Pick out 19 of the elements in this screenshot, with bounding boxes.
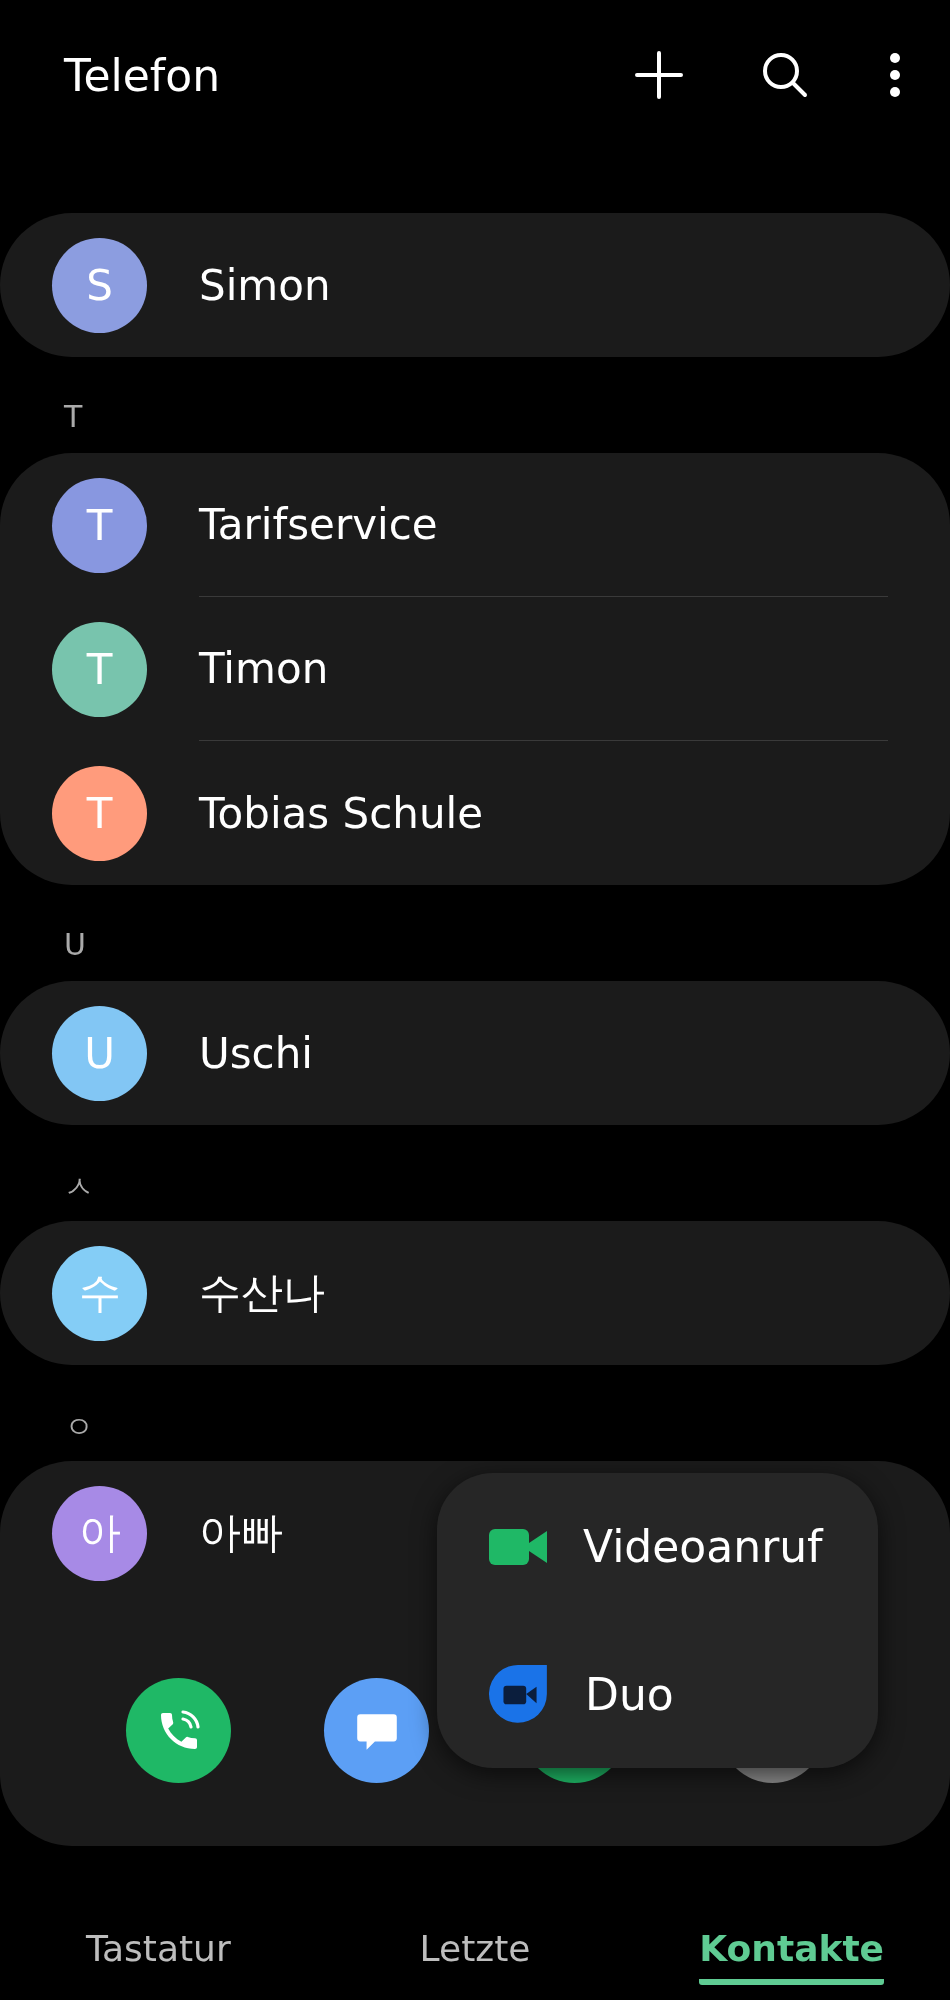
contact-name: Tobias Schule [199, 788, 483, 838]
contact-name: Uschi [199, 1028, 313, 1078]
avatar: 수 [52, 1245, 147, 1341]
contact-name: 수산나 [199, 1267, 325, 1319]
avatar: 아 [52, 1485, 147, 1581]
section-letter: U [64, 927, 86, 962]
section-letter: ㅅ [64, 1169, 94, 1204]
avatar: T [52, 477, 147, 573]
app-title: Telefon [64, 49, 222, 101]
contact-name: Tarifservice [199, 500, 438, 549]
contact-name: 아빠 [199, 1507, 283, 1559]
avatar: T [52, 621, 147, 717]
section-letter: ㅇ [64, 1409, 94, 1444]
avatar: U [52, 1005, 147, 1101]
avatar: S [52, 237, 147, 333]
contact-name: Timon [199, 644, 329, 693]
contact-name: Simon [199, 260, 331, 310]
avatar: T [52, 765, 147, 861]
section-letter: T [64, 399, 83, 434]
